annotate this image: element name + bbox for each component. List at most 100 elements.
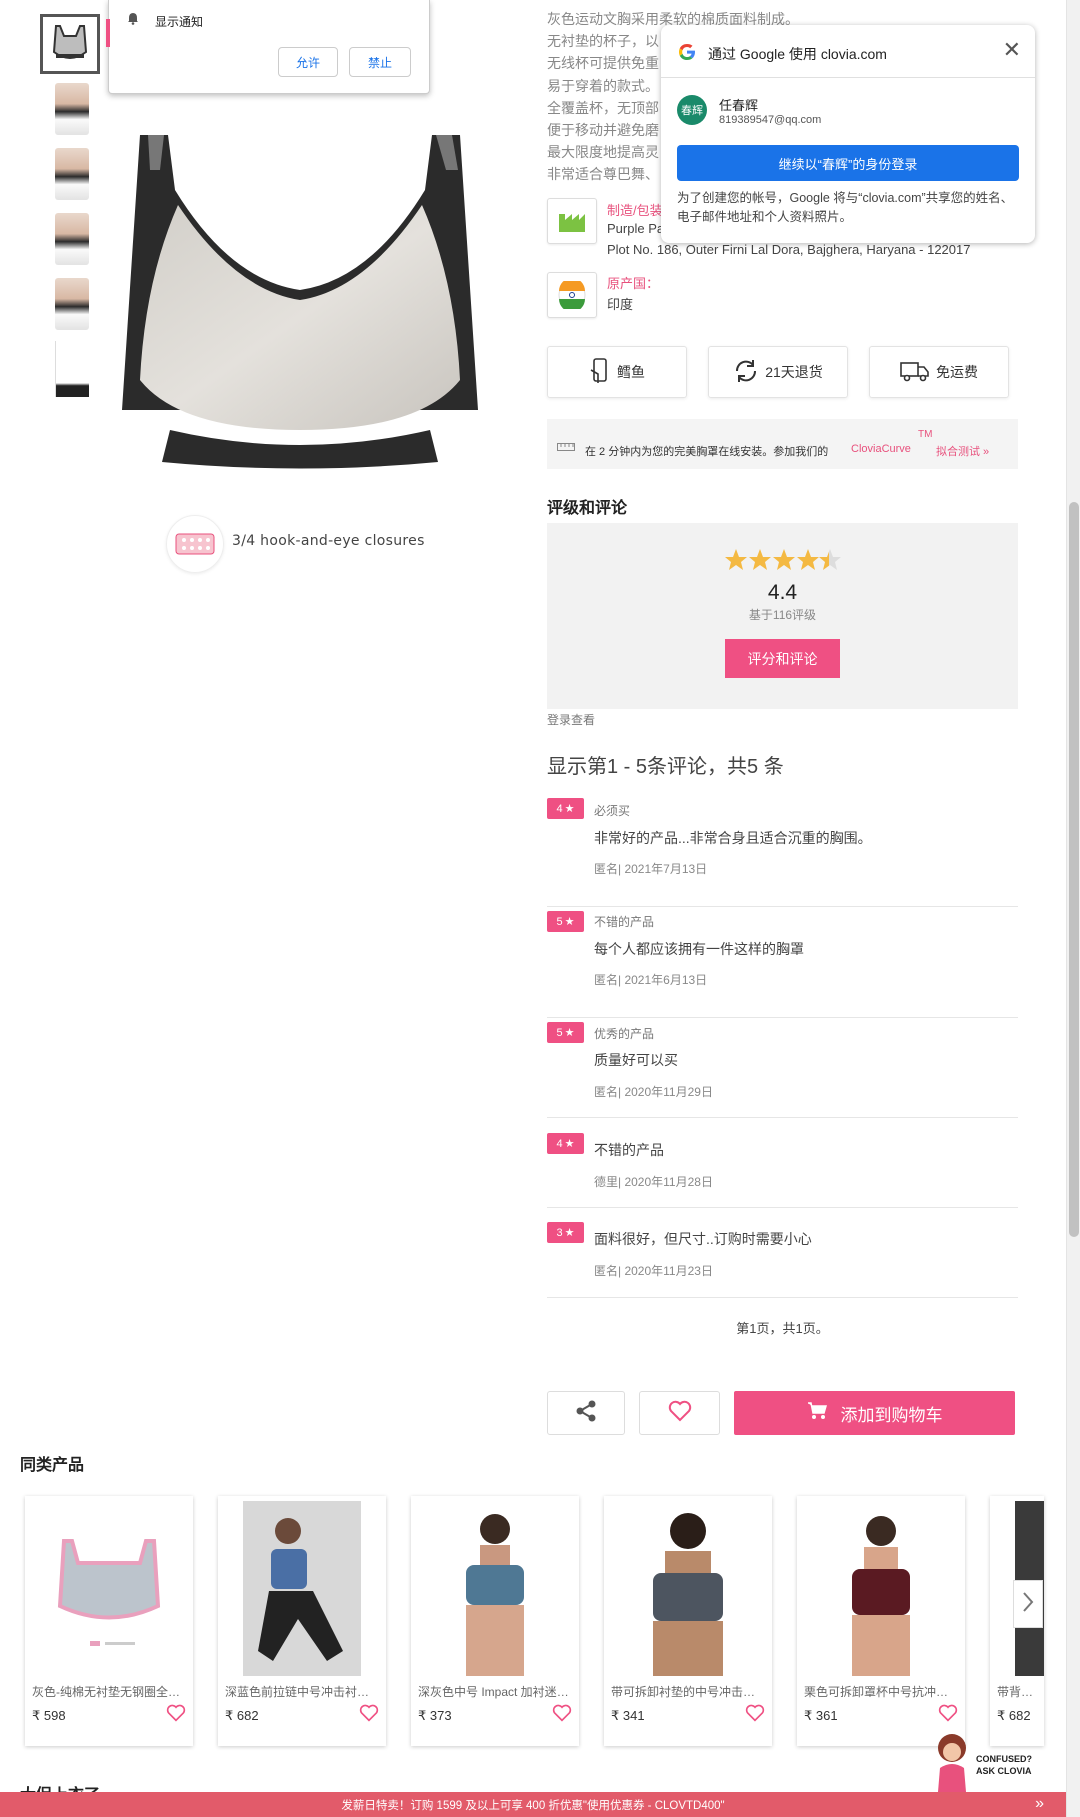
block-button[interactable]: 禁止 xyxy=(349,47,411,77)
review-item: 4 ★ 不错的产品 德里| 2020年11月28日 xyxy=(547,1118,1018,1208)
product-card[interactable]: 深蓝色前拉链中号冲击衬垫运动文胸 ₹ 682 xyxy=(218,1496,386,1746)
product-card[interactable]: 栗色可拆卸罩杯中号抗冲击运动文胸 ₹ 361 xyxy=(797,1496,965,1746)
review-text: 面料很好，但尺寸..订购时需要小心 xyxy=(594,1231,812,1247)
review-star-badge: 5 ★ xyxy=(547,911,584,932)
cod-phone-icon xyxy=(589,357,611,387)
product-card[interactable]: 深灰色中号 Impact 加衬迷彩运动文胸 ₹ 373 xyxy=(411,1496,579,1746)
factory-icon xyxy=(547,198,597,244)
continue-as-button[interactable]: 继续以“春辉”的身份登录 xyxy=(677,145,1019,181)
add-to-cart-button[interactable]: 添加到购物车 xyxy=(734,1391,1015,1435)
product-price: ₹ 682 xyxy=(225,1708,259,1723)
review-meta: 匿名| 2020年11月29日 xyxy=(594,1085,713,1099)
product-price: ₹ 373 xyxy=(418,1708,452,1723)
google-consent-note: 为了创建您的帐号，Google 将与“clovia.com”共享您的姓名、电子邮… xyxy=(677,191,1014,224)
fit-banner-brand: CloviaCurve xyxy=(851,443,911,455)
carousel-next-button[interactable] xyxy=(1013,1580,1043,1628)
reviews-count-heading: 显示第1 - 5条评论，共5 条 xyxy=(547,756,784,778)
star-icon: ★ xyxy=(564,1227,575,1239)
product-image xyxy=(57,1539,161,1646)
description-line: 全覆盖杯，无顶部 xyxy=(547,100,659,116)
feature-cod: 鳕鱼 xyxy=(547,346,687,398)
rating-count: 基于116评级 xyxy=(748,608,817,622)
pink-edge-element xyxy=(106,19,110,47)
double-chevron-icon[interactable]: » xyxy=(1035,1795,1044,1813)
pagination-text: 第1页，共1页。 xyxy=(736,1321,829,1336)
return-cycle-icon xyxy=(733,358,759,387)
product-card[interactable]: 带可拆卸衬垫的中号冲击运动文胸 ₹ 341 xyxy=(604,1496,772,1746)
review-text: 不错的产品 xyxy=(594,1142,664,1158)
review-item: 3 ★ 面料很好，但尺寸..订购时需要小心 匿名| 2020年11月23日 xyxy=(547,1208,1018,1298)
product-image xyxy=(436,1501,554,1676)
thumbnail-5[interactable] xyxy=(42,275,102,333)
manufacturer-name: Purple Pa xyxy=(607,221,665,236)
allow-button[interactable]: 允许 xyxy=(278,47,338,77)
review-text: 质量好可以买 xyxy=(594,1052,678,1068)
description-line: 非常适合尊巴舞、 xyxy=(547,166,659,182)
product-card[interactable]: 灰色-纯棉无衬垫无钢圈全罩杯运动文胸 ₹ 598 xyxy=(25,1496,193,1746)
review-star-badge: 3 ★ xyxy=(547,1222,584,1243)
product-name: 带可拆卸衬垫的中号冲击运动文胸 xyxy=(611,1685,766,1699)
product-name: 栗色可拆卸罩杯中号抗冲击运动文胸 xyxy=(804,1685,959,1699)
description-line: 无衬垫的杯子，以 xyxy=(547,33,659,49)
heart-icon[interactable] xyxy=(552,1704,572,1727)
review-star-badge: 5 ★ xyxy=(547,1022,584,1043)
rate-and-review-button[interactable]: 评分和评论 xyxy=(725,639,840,678)
fit-test-link[interactable]: 拟合测试 » xyxy=(936,443,989,459)
ask-clovia-label[interactable]: CONFUSED? ASK CLOVIA xyxy=(976,1753,1032,1777)
review-title: 必须买 xyxy=(594,804,631,818)
review-item: 5 ★ 不错的产品 每个人都应该拥有一件这样的胸罩 匿名| 2021年6月13日 xyxy=(547,907,1018,1018)
thumbnail-1[interactable] xyxy=(40,14,100,74)
review-meta: 匿名| 2020年11月23日 xyxy=(594,1264,713,1278)
star-rating-icon xyxy=(725,549,841,570)
chevron-right-icon xyxy=(1022,1591,1034,1618)
description-line: 便于移动并避免磨 xyxy=(547,122,659,138)
heart-icon[interactable] xyxy=(745,1704,765,1727)
account-name[interactable]: 任春辉 xyxy=(719,95,758,114)
thumbnail-3[interactable] xyxy=(42,145,102,203)
product-image xyxy=(629,1501,747,1676)
scrollbar-thumb[interactable] xyxy=(1069,502,1079,1237)
fit-banner-text: 在 2 分钟内为您的完美胸罩在线安装。参加我们的 xyxy=(585,446,829,458)
heart-icon[interactable] xyxy=(938,1704,958,1727)
ask-clovia-avatar[interactable] xyxy=(930,1730,972,1792)
review-item: 5 ★ 优秀的产品 质量好可以买 匿名| 2020年11月29日 xyxy=(547,1018,1018,1118)
login-to-view-link[interactable]: 登录查看 xyxy=(547,711,595,728)
hook-closure-icon xyxy=(166,515,224,573)
rating-summary: 4.4 基于116评级 评分和评论 xyxy=(547,523,1018,709)
product-price: ₹ 341 xyxy=(611,1708,645,1723)
review-title: 不错的产品 xyxy=(594,915,655,929)
ruler-icon xyxy=(557,442,575,454)
heart-icon[interactable] xyxy=(166,1704,186,1727)
close-icon[interactable]: ✕ xyxy=(1003,37,1021,63)
thumbnail-6[interactable] xyxy=(42,340,102,398)
google-popup-title: 通过 Google 使用 clovia.com xyxy=(708,46,887,62)
thumbnail-4[interactable] xyxy=(42,210,102,268)
fit-banner-tm: TM xyxy=(918,429,933,440)
review-star-badge: 4 ★ xyxy=(547,1133,584,1154)
product-image xyxy=(822,1501,940,1676)
feature-label: 鳕鱼 xyxy=(617,364,645,380)
review-meta: 匿名| 2021年6月13日 xyxy=(594,973,708,987)
product-name: 深蓝色前拉链中号冲击衬垫运动文胸 xyxy=(225,1685,380,1699)
review-text: 非常好的产品...非常合身且适合沉重的胸围。 xyxy=(594,830,872,846)
review-item: 4 ★ 必须买 非常好的产品...非常合身且适合沉重的胸围。 匿名| 2021年7… xyxy=(547,796,1018,907)
share-button[interactable] xyxy=(547,1391,625,1435)
next-section-title: 大促上衣了 xyxy=(20,1781,100,1792)
thumbnail-2[interactable] xyxy=(42,80,102,138)
feature-label: 21天退货 xyxy=(765,364,823,380)
product-price: ₹ 682 xyxy=(997,1708,1031,1723)
product-name: 带背带背心 xyxy=(997,1685,1037,1699)
feature-returns: 21天退货 xyxy=(708,346,848,398)
product-name: 灰色-纯棉无衬垫无钢圈全罩杯运动文胸 xyxy=(32,1685,187,1699)
wishlist-button[interactable] xyxy=(639,1391,720,1435)
fit-test-banner[interactable]: 在 2 分钟内为您的完美胸罩在线安装。参加我们的 CloviaCurve TM … xyxy=(547,419,1018,469)
promo-banner[interactable]: 发薪日特卖！订购 1599 及以上可享 400 折优惠"使用优惠券 - CLOV… xyxy=(0,1792,1066,1817)
heart-icon[interactable] xyxy=(359,1704,379,1727)
google-sign-in-popup: 通过 Google 使用 clovia.com ✕ 春辉 任春辉 8193895… xyxy=(661,25,1035,243)
product-price: ₹ 598 xyxy=(32,1708,66,1723)
account-email[interactable]: 819389547@qq.com xyxy=(719,114,821,126)
page-scrollbar[interactable] xyxy=(1066,0,1080,1817)
popup-divider xyxy=(661,77,1035,78)
description-line: 最大限度地提高灵 xyxy=(547,144,659,160)
review-meta: 德里| 2020年11月28日 xyxy=(594,1175,713,1189)
